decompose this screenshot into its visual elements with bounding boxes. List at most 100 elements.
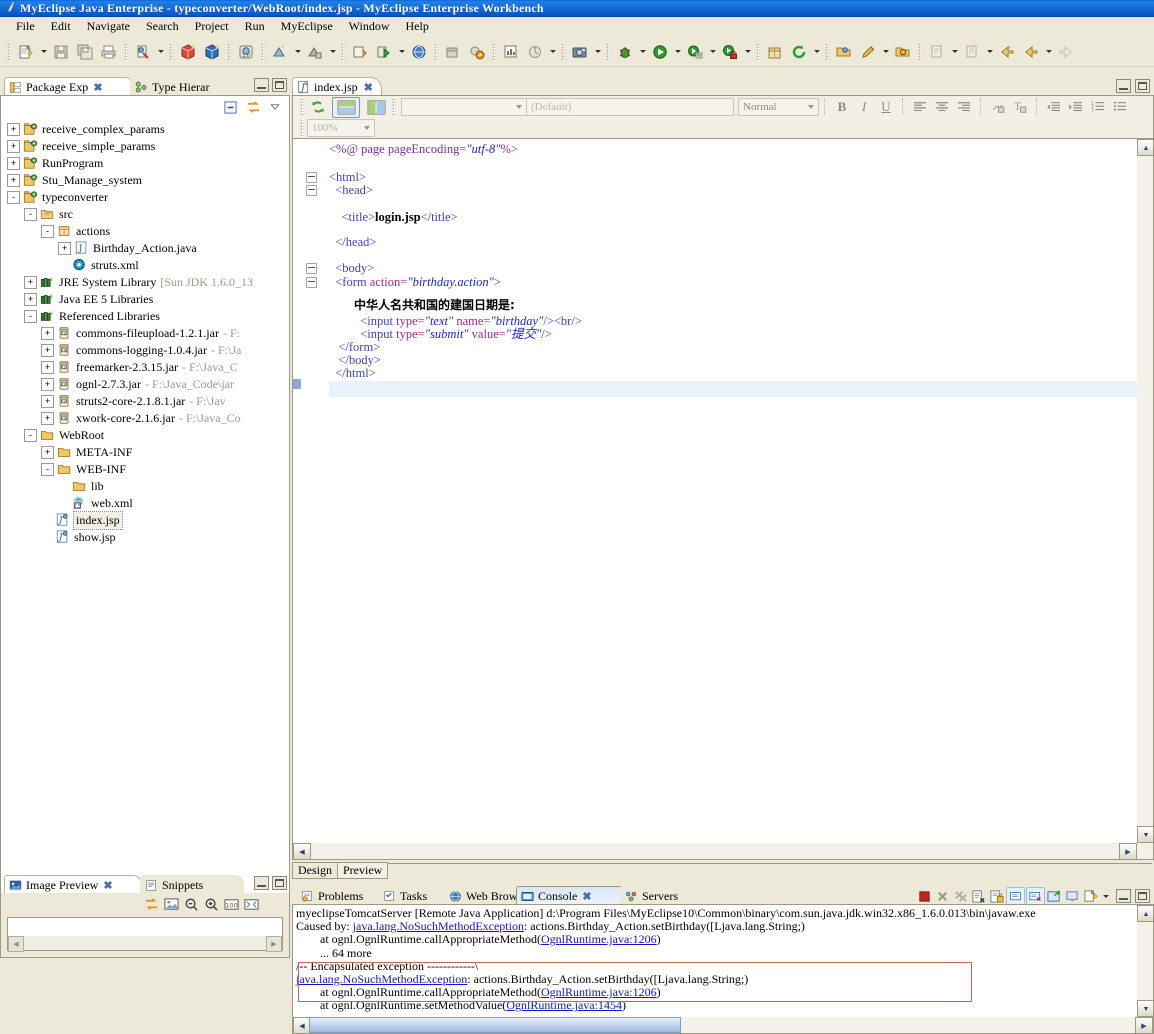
zoom-out-icon[interactable] [184, 897, 199, 912]
scroll-up-button[interactable]: ▲ [1137, 905, 1153, 922]
folder-search-button[interactable] [891, 40, 915, 64]
minimize-icon[interactable] [254, 78, 269, 92]
annot2-grey-button[interactable] [960, 40, 984, 64]
toolbar-grip-4[interactable] [227, 42, 231, 61]
tree-item[interactable]: +010 commons-logging-1.0.4.jar - F:\Ja [1, 342, 289, 359]
zoom-in-icon[interactable] [204, 897, 219, 912]
maximize-icon[interactable] [1135, 79, 1150, 93]
chevron-down-icon[interactable] [360, 121, 374, 135]
server-stop-button[interactable] [303, 40, 327, 64]
tree-item[interactable]: - actions [1, 223, 289, 240]
scroll-lock-button[interactable] [988, 888, 1005, 905]
split-horizontal-icon[interactable] [332, 96, 360, 118]
tree-item[interactable]: - WEB-INF [1, 461, 289, 478]
run-green-dropdown[interactable] [396, 41, 407, 63]
tree-item[interactable]: - WebRoot [1, 427, 289, 444]
open-type-button[interactable] [348, 40, 372, 64]
new-wizard-button[interactable] [14, 40, 38, 64]
scroll-thumb[interactable] [309, 1017, 681, 1033]
scroll-right-button[interactable]: ▶ [1119, 843, 1137, 859]
tree-item[interactable]: - typeconverter [1, 189, 289, 206]
tree-item[interactable]: + receive_complex_params [1, 121, 289, 138]
scroll-left-button[interactable]: ◀ [8, 936, 24, 952]
annot-grey-button[interactable] [925, 40, 949, 64]
tree-item[interactable]: + JRE System Library [Sun JDK 1.6.0_13 [1, 274, 289, 291]
fold-toggle-icon[interactable] [306, 185, 317, 196]
maximize-icon[interactable] [272, 78, 287, 92]
deploy-dropdown[interactable] [155, 41, 166, 63]
tree-expander-expanded[interactable]: - [41, 463, 54, 476]
arrow-right-button[interactable] [1054, 40, 1078, 64]
pkg-grey-button[interactable] [441, 40, 465, 64]
editor-horizontal-scrollbar[interactable]: ◀ ▶ [293, 843, 1153, 859]
tab-package-explorer[interactable]: Package Exp ✖ [4, 77, 134, 96]
tree-item[interactable]: +010 commons-fileupload-1.2.1.jar - F: [1, 325, 289, 342]
minimize-icon[interactable] [1116, 889, 1131, 903]
unordered-list-icon[interactable] [1109, 97, 1131, 117]
toolbar-grip-7[interactable] [434, 42, 438, 61]
editor-toolbar-grip[interactable] [300, 98, 304, 116]
underline-button[interactable]: U [875, 97, 897, 117]
server-stop-dropdown[interactable] [327, 41, 338, 63]
link-with-editor-icon[interactable] [246, 100, 261, 115]
server-run-dropdown[interactable] [292, 41, 303, 63]
tree-expander-collapsed[interactable]: + [7, 123, 20, 136]
fold-toggle-icon[interactable] [306, 172, 317, 183]
chevron-down-icon[interactable] [512, 100, 526, 114]
split-vertical-icon[interactable] [363, 98, 389, 117]
jsp-source-editor[interactable]: <%@ page pageEncoding="utf-8"%> <html> <h… [292, 138, 1154, 860]
tree-expander-expanded[interactable]: - [24, 310, 37, 323]
tab-snippets[interactable]: Snippets [140, 875, 244, 895]
run-lock-button[interactable] [718, 40, 742, 64]
ordered-list-icon[interactable]: 123 [1087, 97, 1109, 117]
package-explorer-tree[interactable]: + receive_complex_params + receive_simple_p… [0, 117, 290, 923]
tree-item[interactable]: - Referenced Libraries [1, 308, 289, 325]
tree-item[interactable]: +010 freemarker-2.3.15.jar - F:\Java_C [1, 359, 289, 376]
link-icon[interactable] [144, 897, 159, 912]
fold-toggle-icon[interactable] [306, 277, 317, 288]
toolbar-grip-11[interactable] [756, 42, 760, 61]
tree-item[interactable]: - src [1, 206, 289, 223]
toolbar-grip-6[interactable] [341, 42, 345, 61]
new-console-button[interactable] [1082, 888, 1099, 905]
camera-dropdown[interactable] [592, 41, 603, 63]
toolbar-grip-2[interactable] [124, 42, 128, 61]
toolbar-grip-5[interactable] [261, 42, 265, 61]
tree-expander-collapsed[interactable]: + [41, 344, 54, 357]
terminate-button[interactable] [916, 888, 933, 905]
refresh-icon[interactable] [307, 97, 329, 117]
tree-item[interactable]: struts.xml [1, 257, 289, 274]
tree-expander-collapsed[interactable]: + [41, 446, 54, 459]
minimize-icon[interactable] [254, 876, 269, 890]
view-menu-icon[interactable] [269, 101, 281, 113]
image-preview-hscroll[interactable]: ◀ ▶ [8, 936, 282, 952]
menu-myeclipse[interactable]: MyEclipse [273, 18, 341, 35]
gift-button[interactable] [763, 40, 787, 64]
tree-expander-collapsed[interactable]: + [24, 293, 37, 306]
scroll-down-button[interactable]: ▼ [1137, 826, 1153, 843]
insert-image-icon[interactable] [987, 97, 1009, 117]
open-console-button[interactable] [1046, 888, 1063, 905]
stacktrace-link[interactable]: java.lang.NoSuchMethodException [353, 919, 524, 933]
editor-toolbar-grip-3[interactable] [300, 118, 304, 137]
tree-item[interactable]: +010 struts2-core-2.1.8.1.jar - F:\Jav [1, 393, 289, 410]
tree-expander-expanded[interactable]: - [7, 191, 20, 204]
toolbar-grip-8[interactable] [492, 42, 496, 61]
tab-design[interactable]: Design [292, 862, 338, 879]
run-play-dropdown[interactable] [672, 41, 683, 63]
indent-icon[interactable] [1065, 97, 1087, 117]
save-button[interactable] [49, 40, 73, 64]
clear-console-button[interactable] [970, 888, 987, 905]
default-style-field[interactable]: (Default) [527, 98, 734, 116]
servlet-button[interactable]: 2.0 [234, 40, 258, 64]
tree-item[interactable]: +010 xwork-core-2.1.6.jar - F:\Java_Co [1, 410, 289, 427]
tab-problems[interactable]: Problems [296, 886, 386, 906]
scroll-right-button[interactable]: ▶ [266, 936, 282, 952]
pencil-dropdown[interactable] [880, 41, 891, 63]
run-lock-dropdown[interactable] [742, 41, 753, 63]
editor-gutter[interactable] [293, 139, 322, 859]
scroll-down-button[interactable]: ▼ [1137, 1000, 1153, 1017]
ext-tools-button[interactable] [683, 40, 707, 64]
tab-type-hierarchy[interactable]: Type Hierar [130, 77, 244, 97]
tree-item[interactable]: + RunProgram [1, 155, 289, 172]
